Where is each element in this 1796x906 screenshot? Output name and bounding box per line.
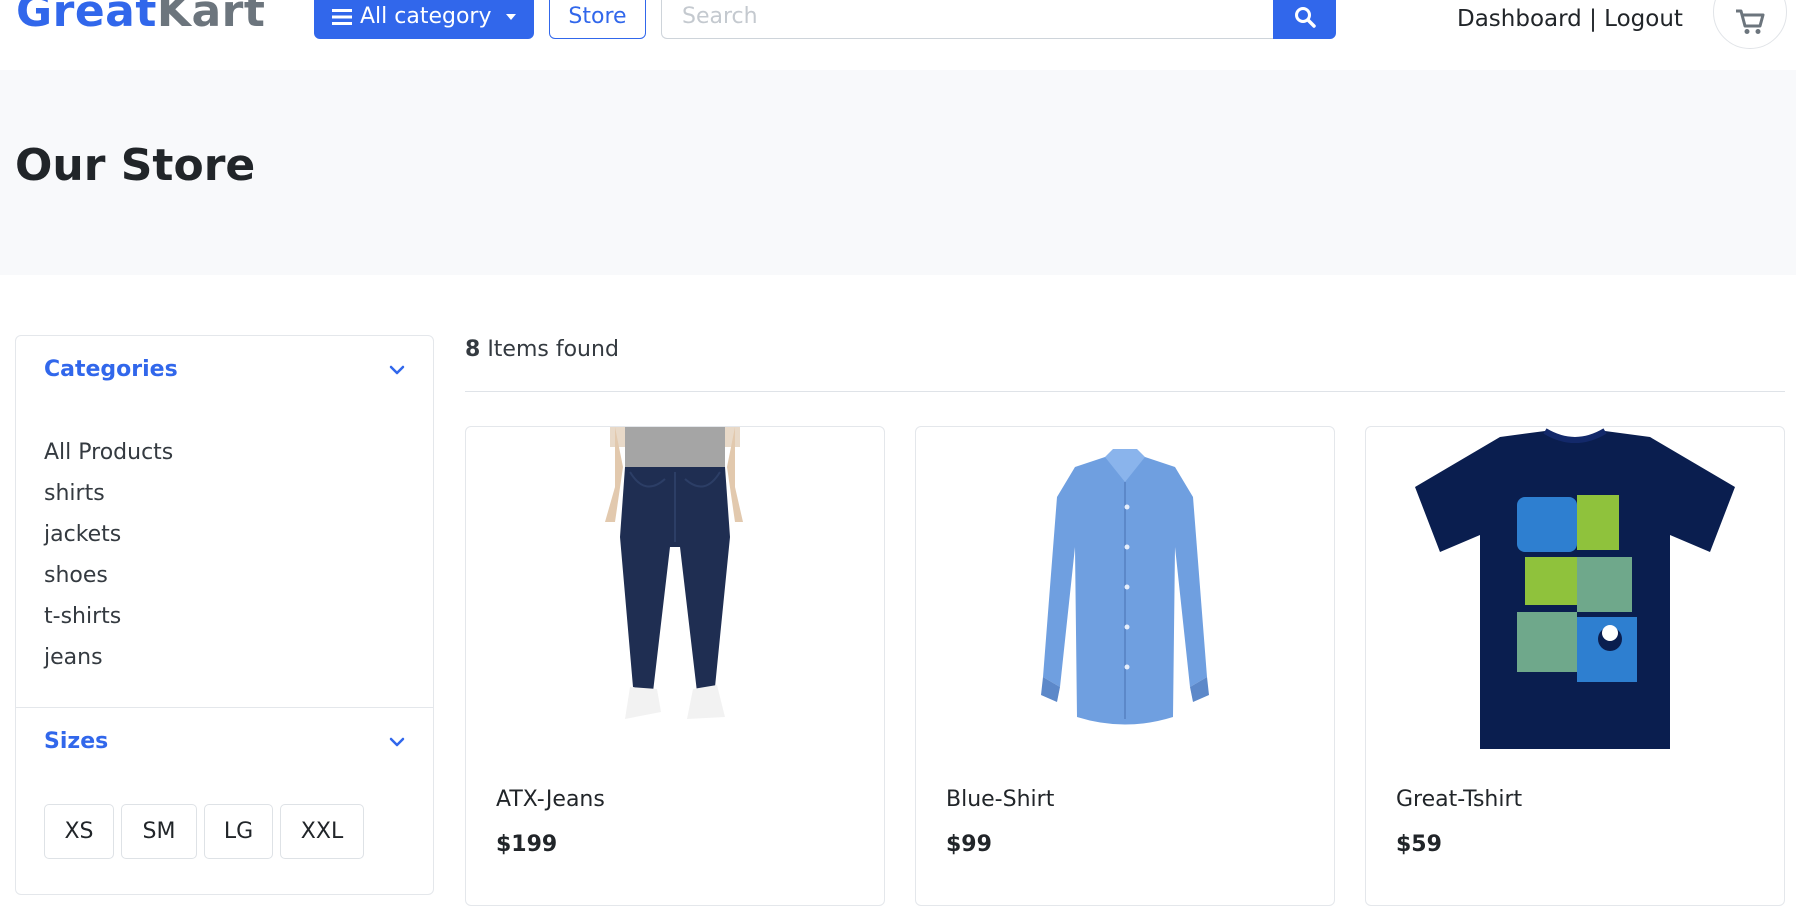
- product-card[interactable]: ATX-Jeans $199: [465, 426, 885, 906]
- page-title-band: Our Store: [0, 70, 1796, 275]
- category-item-jackets[interactable]: jackets: [44, 514, 173, 555]
- logout-link[interactable]: Logout: [1604, 6, 1683, 32]
- size-option-xs[interactable]: XS: [44, 804, 114, 859]
- product-name[interactable]: Blue-Shirt: [946, 787, 1054, 812]
- blue-shirt-photo[interactable]: [916, 427, 1334, 757]
- size-options: XS SM LG XXL: [44, 804, 364, 859]
- graphic-tshirt-photo[interactable]: [1366, 427, 1784, 757]
- filter-sidebar: Categories All Products shirts jackets s…: [15, 335, 434, 895]
- link-separator: |: [1589, 6, 1597, 32]
- menu-bars-icon: [332, 8, 352, 25]
- size-option-sm[interactable]: SM: [121, 804, 197, 859]
- caret-down-icon: [505, 13, 516, 20]
- cart-icon: [1736, 9, 1765, 34]
- chevron-down-icon[interactable]: [388, 361, 406, 379]
- product-price: $99: [946, 832, 992, 857]
- search-input[interactable]: [661, 0, 1273, 39]
- items-found-label: Items found: [487, 337, 619, 362]
- product-name[interactable]: ATX-Jeans: [496, 787, 605, 812]
- search-bar: [661, 0, 1336, 39]
- category-item-shirts[interactable]: shirts: [44, 473, 173, 514]
- search-button[interactable]: [1273, 0, 1336, 39]
- logo-primary: Great: [16, 0, 157, 37]
- product-name[interactable]: Great-Tshirt: [1396, 787, 1522, 812]
- size-option-lg[interactable]: LG: [204, 804, 273, 859]
- dashboard-link[interactable]: Dashboard: [1457, 6, 1582, 32]
- results-divider: [465, 391, 1785, 392]
- category-item-shoes[interactable]: shoes: [44, 555, 173, 596]
- product-card[interactable]: Blue-Shirt $99: [915, 426, 1335, 906]
- category-list: All Products shirts jackets shoes t-shir…: [44, 432, 173, 678]
- category-item-t-shirts[interactable]: t-shirts: [44, 596, 173, 637]
- product-card[interactable]: Great-Tshirt $59: [1365, 426, 1785, 906]
- user-links: Dashboard | Logout: [1457, 6, 1683, 32]
- product-price: $59: [1396, 832, 1442, 857]
- site-header: GreatKart All category Store Dashboard |…: [0, 0, 1796, 71]
- sizes-heading[interactable]: Sizes: [44, 729, 108, 754]
- chevron-down-icon[interactable]: [388, 733, 406, 751]
- items-found: 8 Items found: [465, 337, 619, 362]
- size-option-xxl[interactable]: XXL: [280, 804, 364, 859]
- category-item-jeans[interactable]: jeans: [44, 637, 173, 678]
- sidebar-divider: [16, 707, 433, 708]
- store-button[interactable]: Store: [549, 0, 646, 39]
- all-category-label: All category: [360, 4, 492, 29]
- categories-heading[interactable]: Categories: [44, 357, 178, 382]
- search-icon: [1294, 6, 1316, 28]
- store-button-label: Store: [568, 4, 627, 29]
- logo-secondary: Kart: [156, 0, 266, 37]
- product-price: $199: [496, 832, 558, 857]
- items-count: 8: [465, 337, 481, 362]
- page-title: Our Store: [15, 140, 256, 191]
- all-category-button[interactable]: All category: [314, 0, 534, 39]
- logo[interactable]: GreatKart: [16, 0, 265, 37]
- category-item-all-products[interactable]: All Products: [44, 432, 173, 473]
- jeans-photo[interactable]: [466, 427, 884, 757]
- cart-button[interactable]: [1713, 0, 1787, 49]
